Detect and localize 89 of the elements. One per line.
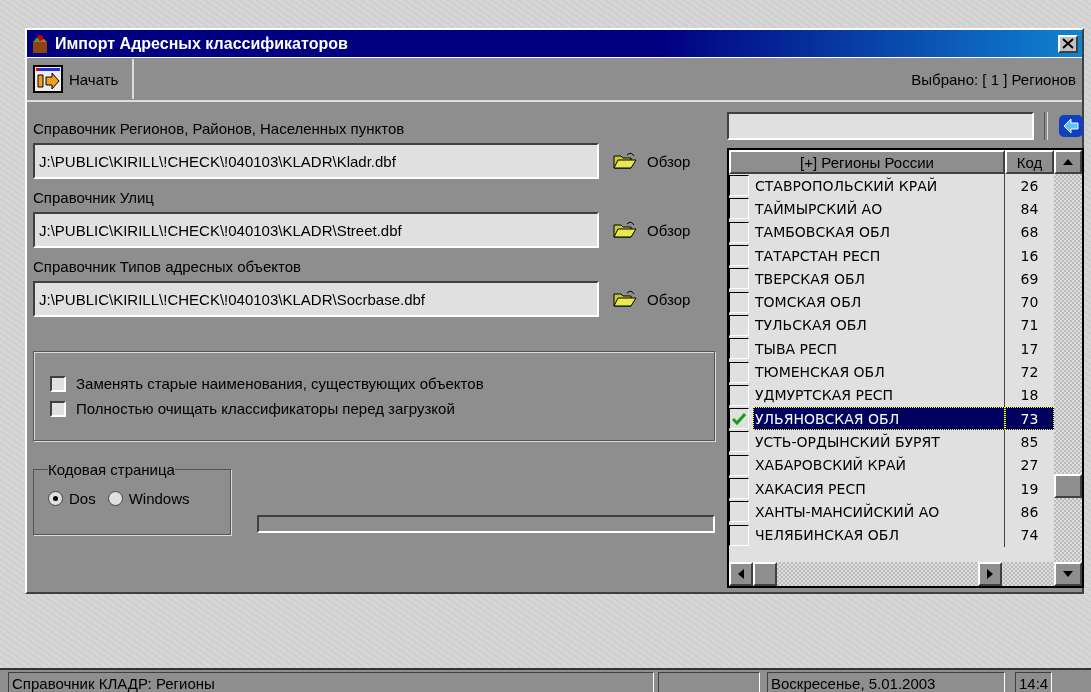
checkbox[interactable] bbox=[729, 431, 749, 453]
path-field[interactable]: J:\PUBLIC\KIRILL\!CHECK\!040103\KLADR\Socrbase.dbf bbox=[33, 281, 599, 317]
down-arrow-icon[interactable] bbox=[1063, 571, 1073, 577]
path-field[interactable]: J:\PUBLIC\KIRILL\!CHECK\!040103\KLADR\Kladr.dbf bbox=[33, 143, 599, 179]
radio-button[interactable] bbox=[48, 491, 63, 506]
scrollbar-thumb[interactable] bbox=[1054, 474, 1082, 498]
region-code: 85 bbox=[1019, 432, 1040, 452]
region-code: 70 bbox=[1019, 293, 1040, 313]
region-name[interactable]: ТЫВА РЕСП bbox=[753, 337, 1005, 361]
box-icon bbox=[31, 33, 49, 54]
region-name[interactable]: СТАВРОПОЛЬСКИЙ КРАЙ bbox=[753, 174, 1005, 198]
path-field[interactable]: J:\PUBLIC\KIRILL\!CHECK\!040103\KLADR\Street.dbf bbox=[33, 212, 599, 248]
checkbox[interactable] bbox=[729, 268, 749, 290]
status-date: Воскресенье, 5.01.2003 bbox=[767, 672, 1005, 692]
region-name[interactable]: ТОМСКАЯ ОБЛ bbox=[753, 290, 1005, 314]
window-title: Импорт Адресных классификаторов bbox=[55, 34, 349, 53]
up-arrow-icon[interactable] bbox=[1063, 159, 1073, 165]
region-name[interactable]: ХАБАРОВСКИЙ КРАЙ bbox=[753, 453, 1005, 477]
column-header[interactable]: Код bbox=[1005, 150, 1054, 174]
refresh-icon[interactable] bbox=[1058, 114, 1084, 138]
start-icon bbox=[33, 65, 63, 93]
checkbox-label: Заменять старые наименования, существующих объектов bbox=[76, 375, 484, 392]
scrollbar-thumb[interactable] bbox=[753, 562, 777, 586]
field-label: Справочник Улиц bbox=[33, 189, 155, 206]
region-code: 18 bbox=[1019, 386, 1040, 406]
folder-icon bbox=[613, 152, 637, 170]
selected-count: Выбрано: [ 1 ] Регионов bbox=[911, 70, 1077, 88]
region-name[interactable]: УДМУРТСКАЯ РЕСП bbox=[753, 383, 1005, 407]
folder-icon bbox=[613, 221, 637, 239]
radio-button[interactable] bbox=[107, 491, 123, 506]
vertical-scrollbar[interactable] bbox=[1054, 150, 1082, 586]
region-name[interactable]: ТАТАРСТАН РЕСП bbox=[753, 243, 1005, 268]
region-name[interactable]: ТАМБОВСКАЯ ОБЛ bbox=[753, 220, 1005, 244]
checkbox[interactable] bbox=[729, 245, 749, 267]
region-code: 19 bbox=[1019, 479, 1040, 499]
checkbox[interactable] bbox=[729, 291, 749, 313]
region-name[interactable]: ТЮМЕНСКАЯ ОБЛ bbox=[753, 360, 1005, 384]
column-header[interactable]: [+] Регионы России bbox=[729, 150, 1005, 174]
region-code: 16 bbox=[1019, 246, 1040, 266]
region-code: 26 bbox=[1019, 176, 1040, 196]
checkbox[interactable] bbox=[729, 221, 749, 243]
checkbox[interactable] bbox=[729, 454, 749, 476]
folder-icon bbox=[613, 290, 637, 308]
checkbox[interactable] bbox=[729, 361, 749, 383]
checkbox[interactable] bbox=[729, 478, 749, 499]
checkbox[interactable] bbox=[50, 375, 66, 392]
horizontal-scrollbar[interactable] bbox=[729, 562, 1054, 586]
radio-label: Windows bbox=[128, 490, 190, 507]
region-code: 84 bbox=[1019, 199, 1040, 219]
checkbox[interactable] bbox=[729, 198, 749, 220]
checkbox[interactable] bbox=[729, 338, 749, 360]
region-code: 73 bbox=[1005, 406, 1054, 431]
region-name[interactable]: ХАКАСИЯ РЕСП bbox=[753, 476, 1005, 501]
checkbox[interactable] bbox=[729, 384, 749, 406]
search-field[interactable] bbox=[727, 112, 1035, 140]
region-code: 86 bbox=[1019, 502, 1040, 522]
close-button[interactable] bbox=[1058, 34, 1078, 53]
region-name[interactable]: ЧЕЛЯБИНСКАЯ ОБЛ bbox=[753, 523, 1005, 547]
field-label: Справочник Регионов, Районов, Населенных пунктов bbox=[33, 120, 406, 137]
checkbox-label: Полностью очищать классификаторы перед загрузкой bbox=[76, 400, 455, 417]
checkbox[interactable] bbox=[729, 524, 749, 546]
group-title: Кодовая страница bbox=[48, 461, 175, 478]
region-code: 27 bbox=[1019, 456, 1040, 476]
region-name[interactable]: ТВЕРСКАЯ ОБЛ bbox=[753, 267, 1005, 291]
browse-button[interactable]: Обзор bbox=[609, 152, 695, 170]
region-code: 71 bbox=[1019, 316, 1040, 336]
region-code: 17 bbox=[1019, 339, 1040, 359]
status-message: Справочник КЛАДР: Регионы bbox=[8, 672, 654, 692]
browse-button[interactable]: Обзор bbox=[609, 290, 695, 308]
region-code: 74 bbox=[1019, 526, 1040, 546]
browse-button[interactable]: Обзор bbox=[609, 221, 695, 239]
right-arrow-icon[interactable] bbox=[987, 569, 993, 579]
region-name[interactable]: ТАЙМЫРСКИЙ АО bbox=[753, 197, 1005, 221]
region-name[interactable]: УЛЬЯНОВСКАЯ ОБЛ bbox=[753, 406, 1005, 431]
left-arrow-icon[interactable] bbox=[738, 569, 744, 579]
checkbox[interactable] bbox=[729, 175, 749, 197]
checkbox[interactable] bbox=[50, 400, 66, 417]
region-code: 72 bbox=[1019, 363, 1040, 382]
radio-label: Dos bbox=[69, 490, 96, 507]
checkbox[interactable] bbox=[729, 408, 749, 430]
region-name[interactable]: УСТЬ-ОРДЫНСКИЙ БУРЯТ bbox=[753, 430, 1005, 454]
checkbox[interactable] bbox=[729, 501, 749, 523]
region-name[interactable]: ХАНТЫ-МАНСИЙСКИЙ АО bbox=[753, 500, 1005, 524]
region-name[interactable]: ТУЛЬСКАЯ ОБЛ bbox=[753, 313, 1005, 338]
status-time: 14:4 bbox=[1015, 672, 1053, 692]
region-code: 69 bbox=[1019, 269, 1040, 289]
field-label: Справочник Типов адресных объектов bbox=[33, 258, 303, 275]
checkbox[interactable] bbox=[729, 314, 749, 336]
region-code: 68 bbox=[1019, 223, 1040, 243]
